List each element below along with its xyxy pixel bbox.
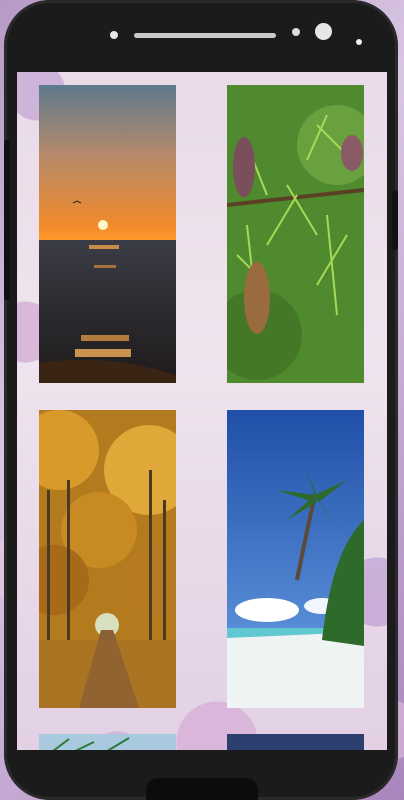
sensor-dot [292, 28, 300, 36]
autumn-forest-image [39, 410, 176, 708]
home-notch [146, 778, 258, 800]
sunset-sea-image [39, 85, 176, 383]
proximity-sensor [356, 39, 362, 45]
wallpaper-tile[interactable] [39, 85, 176, 383]
front-camera-icon [110, 31, 118, 39]
pine-branch-image [227, 85, 364, 383]
wallpaper-tile[interactable] [227, 410, 364, 708]
side-button [392, 190, 398, 250]
screen-bottom-bezel [17, 750, 387, 766]
wallpaper-tile[interactable] [39, 410, 176, 708]
front-camera-icon [315, 23, 332, 40]
tropical-beach-image [227, 410, 364, 708]
side-button [4, 140, 10, 300]
wallpaper-tile[interactable] [227, 85, 364, 383]
earpiece-speaker [134, 33, 276, 38]
wallpaper-gallery-screen [17, 72, 387, 766]
